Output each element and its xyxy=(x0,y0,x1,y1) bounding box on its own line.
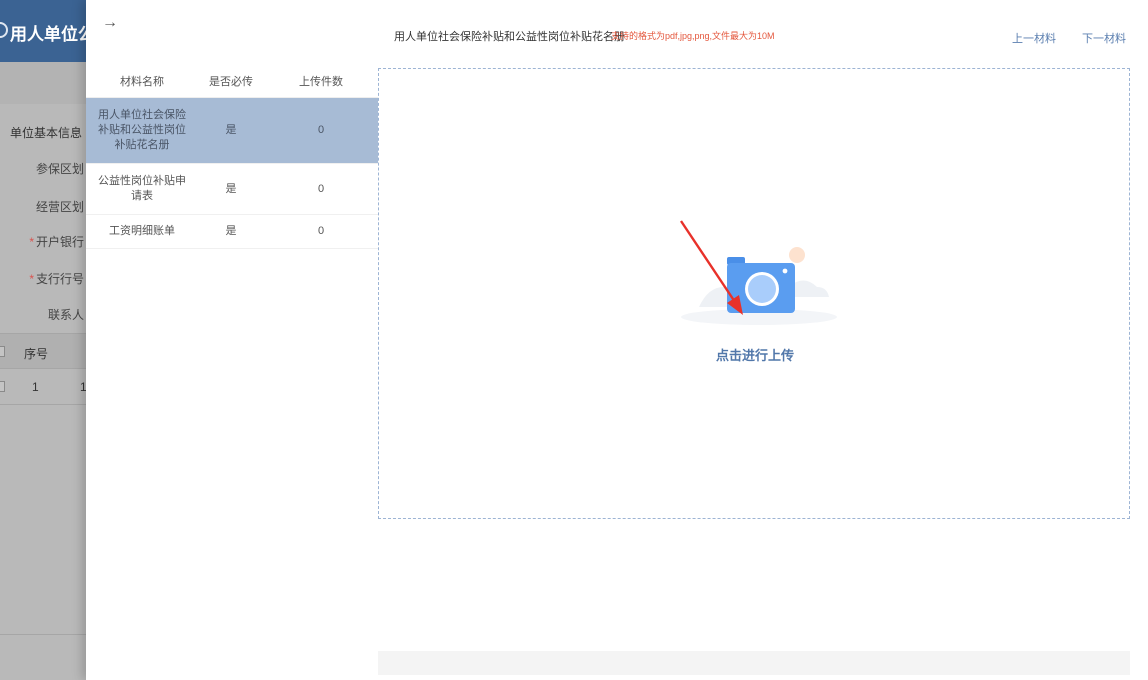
column-header-material-name: 材料名称 xyxy=(120,75,164,88)
material-row[interactable]: 工资明细账单 是 0 xyxy=(86,215,378,249)
table-row: 1 1 xyxy=(0,369,90,405)
material-table: 材料名称 是否必传 上传件数 用人单位社会保险补贴和公益性岗位补贴花名册 是 0… xyxy=(86,64,378,249)
row-checkbox[interactable] xyxy=(0,381,5,392)
current-material-title: 用人单位社会保险补贴和公益性岗位补贴花名册 xyxy=(394,31,625,43)
field-label-contact: 联系人 xyxy=(47,308,84,322)
field-label-business-region: 经营区划 xyxy=(35,200,84,214)
prev-material-button[interactable]: 上一材料 xyxy=(1012,30,1056,46)
row-index: 1 xyxy=(32,380,39,394)
material-list-panel: → 材料名称 是否必传 上传件数 用人单位社会保险补贴和公益性岗位补贴花名册 是… xyxy=(86,0,378,680)
required-mark: * xyxy=(29,235,34,249)
divider xyxy=(0,634,90,635)
pointer-arrow-icon xyxy=(680,220,743,315)
material-count: 0 xyxy=(317,182,325,195)
material-required: 是 xyxy=(225,124,237,136)
bg-table-header: 序号 xyxy=(0,333,90,369)
column-header-upload-count: 上传件数 xyxy=(299,75,343,88)
app-logo-icon xyxy=(0,22,8,38)
upload-panel-header: 用人单位社会保险补贴和公益性岗位补贴花名册 支持的格式为pdf,jpg,png,… xyxy=(378,0,1148,66)
upload-label: 点击进行上传 xyxy=(715,348,794,363)
next-material-button[interactable]: 下一材料 xyxy=(1082,30,1126,46)
format-hint: 支持的格式为pdf,jpg,png,文件最大为10M xyxy=(611,31,775,41)
field-label-branch-code: * 支行行号 xyxy=(29,272,84,286)
material-count: 0 xyxy=(317,124,325,136)
material-name: 公益性岗位补贴申请表 xyxy=(98,175,186,202)
material-row[interactable]: 用人单位社会保险补贴和公益性岗位补贴花名册 是 0 xyxy=(86,98,378,164)
field-label-bank: * 开户银行 xyxy=(29,235,84,249)
material-count: 0 xyxy=(317,225,325,237)
app-title: 用人单位公益 xyxy=(10,25,90,44)
material-name: 用人单位社会保险补贴和公益性岗位补贴花名册 xyxy=(98,109,186,151)
material-table-header: 材料名称 是否必传 上传件数 xyxy=(86,64,378,98)
required-mark: * xyxy=(29,272,34,286)
arrow-right-icon[interactable]: → xyxy=(102,14,118,32)
select-all-checkbox[interactable] xyxy=(0,346,5,357)
column-header-required: 是否必传 xyxy=(209,75,253,88)
section-title: 单位基本信息 xyxy=(10,126,83,140)
column-header-index: 序号 xyxy=(24,347,49,361)
app-subheader xyxy=(0,62,90,104)
panel-footer xyxy=(378,651,1130,675)
material-required: 是 xyxy=(225,225,237,237)
material-row[interactable]: 公益性岗位补贴申请表 是 0 xyxy=(86,164,378,215)
upload-panel: 用人单位社会保险补贴和公益性岗位补贴花名册 支持的格式为pdf,jpg,png,… xyxy=(378,0,1148,680)
upload-dropzone[interactable]: 点击进行上传 xyxy=(378,68,1130,519)
field-label-insurance-region: 参保区划 xyxy=(35,162,84,176)
material-required: 是 xyxy=(225,182,237,195)
background-app: 用人单位公益 单位基本信息 参保区划 经营区划 *开户银行 *支行行号 联系人 … xyxy=(0,0,90,680)
app-header: 用人单位公益 xyxy=(0,0,90,62)
material-name: 工资明细账单 xyxy=(109,225,175,237)
